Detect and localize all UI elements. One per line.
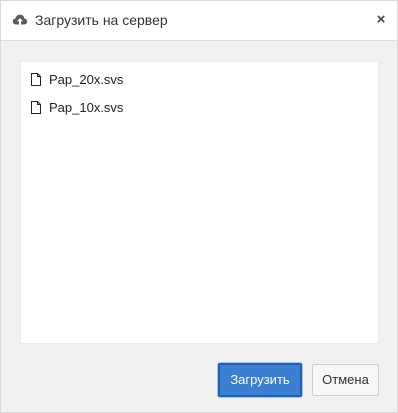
close-button[interactable]: × [375,12,387,27]
file-name: Pap_20x.svs [49,71,124,87]
file-icon [31,100,41,114]
file-list-item[interactable]: Pap_10x.svs [31,98,123,116]
upload-dialog: Загрузить на сервер × Pap_20x.svs Pap_10… [0,0,398,413]
file-name: Pap_10x.svs [49,99,124,115]
upload-button[interactable]: Загрузить [218,363,302,397]
cancel-button[interactable]: Отмена [312,364,379,396]
file-list[interactable]: Pap_20x.svs Pap_10x.svs [20,61,379,344]
dialog-title: Загрузить на сервер [35,12,168,28]
cloud-upload-icon [12,12,28,28]
file-list-item[interactable]: Pap_20x.svs [31,70,123,88]
dialog-titlebar: Загрузить на сервер × [1,1,397,41]
dialog-body: Pap_20x.svs Pap_10x.svs Загрузить Отмена [1,41,397,412]
file-icon [31,72,41,86]
